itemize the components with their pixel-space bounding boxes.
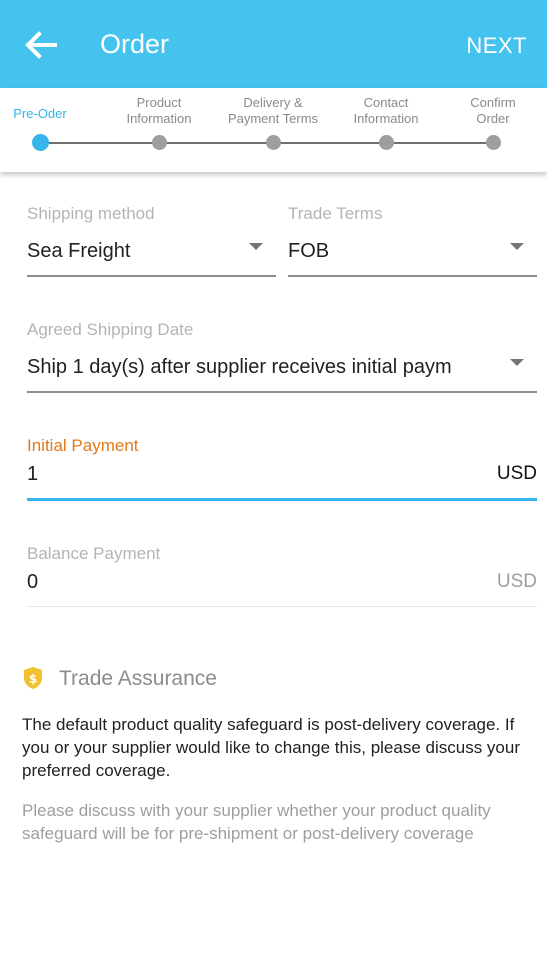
shipping-date-label: Agreed Shipping Date bbox=[27, 320, 194, 339]
svg-text:$: $ bbox=[29, 672, 37, 686]
step-dot bbox=[266, 135, 281, 150]
step-label: Pre-Oder bbox=[13, 106, 67, 121]
trade-assurance-description: The default product quality safeguard is… bbox=[22, 715, 520, 780]
dropdown-arrow-icon bbox=[510, 359, 524, 366]
shipping-date-dropdown[interactable]: Agreed Shipping Date Ship 1 day(s) after… bbox=[27, 316, 537, 394]
balance-payment-field: Balance Payment 0 USD bbox=[27, 540, 537, 610]
shipping-method-label: Shipping method bbox=[27, 204, 155, 223]
step-confirm-order: Confirm Order bbox=[433, 88, 547, 150]
trade-assurance-hint: Please discuss with your supplier whethe… bbox=[22, 801, 491, 843]
step-dot bbox=[152, 135, 167, 150]
step-label: Confirm Order bbox=[470, 95, 516, 126]
shipping-date-value: Ship 1 day(s) after supplier receives in… bbox=[27, 356, 452, 378]
field-underline bbox=[27, 391, 537, 393]
step-contact-information: Contact Information bbox=[326, 88, 446, 150]
step-label: Delivery & Payment Terms bbox=[227, 95, 319, 126]
next-button[interactable]: NEXT bbox=[466, 33, 527, 59]
balance-payment-currency: USD bbox=[496, 571, 537, 592]
step-dot-active bbox=[32, 134, 49, 151]
field-underline bbox=[288, 275, 537, 277]
step-label: Contact Information bbox=[353, 95, 419, 126]
step-label: Product Information bbox=[126, 95, 192, 126]
shield-dollar-icon: $ bbox=[24, 667, 42, 689]
shipping-method-dropdown[interactable]: Shipping method Sea Freight bbox=[27, 200, 276, 278]
page-title: Order bbox=[100, 29, 170, 59]
initial-payment-currency: USD bbox=[496, 463, 537, 484]
dropdown-arrow-icon bbox=[510, 243, 524, 250]
trade-terms-dropdown[interactable]: Trade Terms FOB bbox=[288, 200, 537, 278]
step-pre-order: Pre-Oder bbox=[0, 88, 100, 151]
progress-stepper: Pre-Oder Product Information Delivery & … bbox=[0, 88, 547, 172]
step-dot bbox=[486, 135, 501, 150]
initial-payment-value: 1 bbox=[27, 463, 39, 485]
initial-payment-label: Initial Payment bbox=[27, 436, 139, 455]
field-underline-disabled bbox=[27, 606, 537, 607]
step-dot bbox=[379, 135, 394, 150]
initial-payment-input[interactable]: Initial Payment 1 USD bbox=[27, 432, 537, 504]
trade-terms-value: FOB bbox=[288, 240, 330, 262]
shipping-method-value: Sea Freight bbox=[27, 240, 131, 262]
step-product-information: Product Information bbox=[99, 88, 219, 150]
field-underline bbox=[27, 275, 276, 277]
back-arrow-icon[interactable] bbox=[24, 30, 58, 60]
step-delivery-payment-terms: Delivery & Payment Terms bbox=[213, 88, 333, 150]
balance-payment-label: Balance Payment bbox=[27, 544, 161, 563]
trade-terms-label: Trade Terms bbox=[288, 204, 383, 223]
app-bar: Order NEXT bbox=[0, 0, 547, 88]
trade-assurance-title: Trade Assurance bbox=[59, 667, 217, 690]
field-underline-focused bbox=[27, 498, 537, 501]
balance-payment-value: 0 bbox=[27, 571, 39, 593]
dropdown-arrow-icon bbox=[249, 243, 263, 250]
